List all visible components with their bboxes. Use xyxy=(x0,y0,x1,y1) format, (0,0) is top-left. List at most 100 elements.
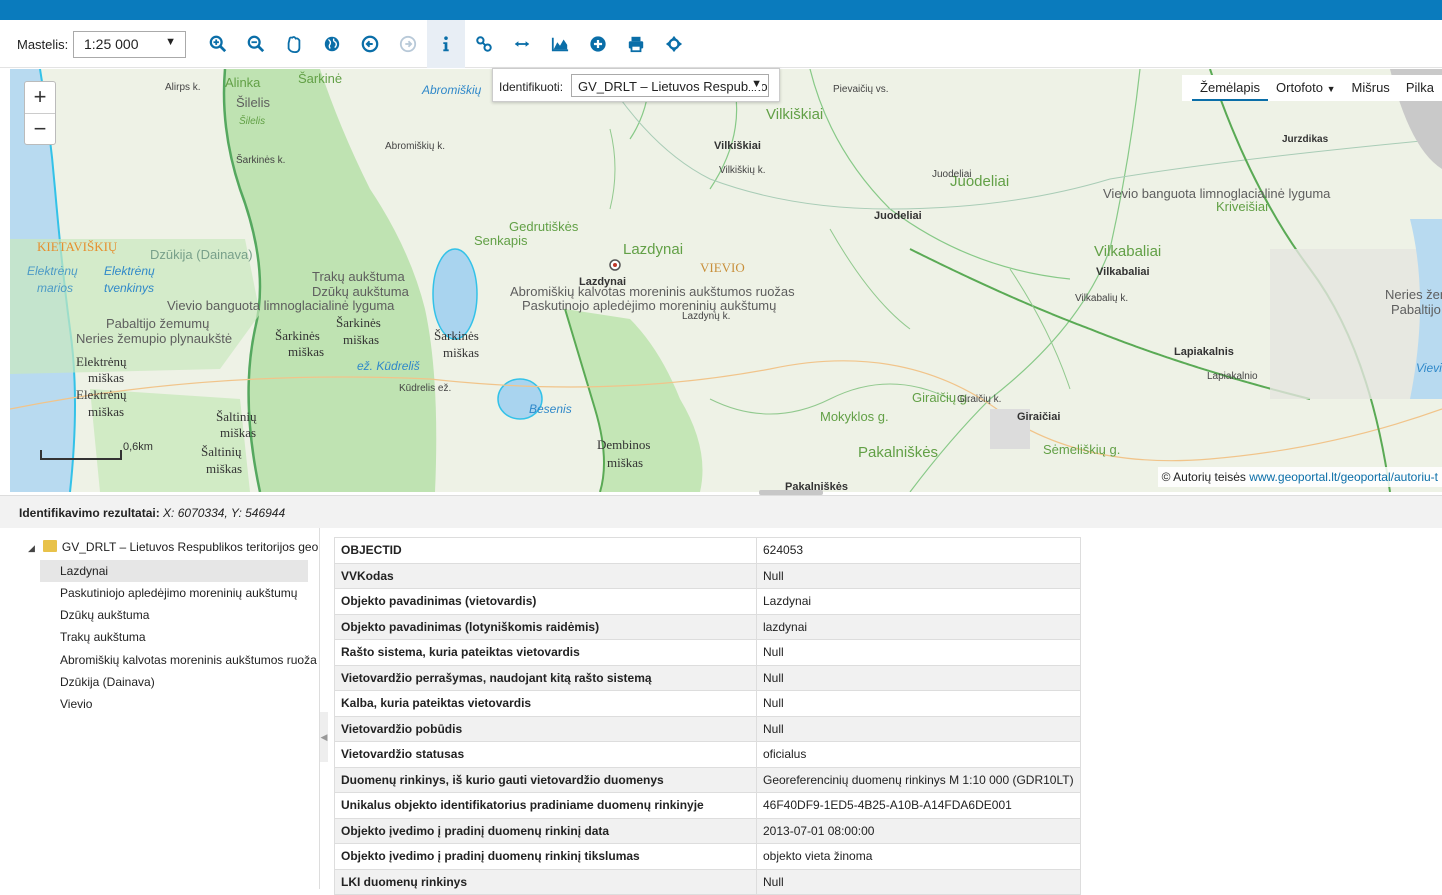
basemap-switcher: Žemėlapis Ortofoto ▼ Mišrus Pilka xyxy=(1182,75,1442,101)
tree-item[interactable]: Vievio xyxy=(40,693,308,715)
attribute-value: Lazdynai xyxy=(756,588,1081,615)
full-extent-button[interactable] xyxy=(313,20,351,68)
attribute-value: 2013-07-01 08:00:00 xyxy=(756,817,1081,844)
hand-icon xyxy=(287,36,301,53)
map-label: Neries žemupio plynaukštė xyxy=(76,331,233,346)
top-banner xyxy=(0,0,1442,20)
map-label: Elektrėnų xyxy=(76,354,127,369)
map-label: Lazdynų k. xyxy=(682,311,731,322)
map-label: Vilkiškiai xyxy=(766,106,824,123)
tree-item[interactable]: Paskutiniojo apledėjimo moreninių aukštu… xyxy=(40,582,308,604)
map-toolbar: Mastelis: 1:25 000 ▼ xyxy=(0,20,1442,68)
attribute-name: VVKodas xyxy=(334,562,757,589)
map-label: Šarkinės xyxy=(434,328,479,343)
tree-item[interactable]: Dzūkų aukštuma xyxy=(40,604,308,626)
attribute-value: Null xyxy=(756,639,1081,666)
tree-root-label: GV_DRLT – Lietuvos Respublikos teritorij… xyxy=(61,540,319,554)
copyright-link[interactable]: www.geoportal.lt/geoportal/autoriu-t xyxy=(1249,470,1438,484)
basemap-grey[interactable]: Pilka xyxy=(1398,75,1442,101)
map-label: Alinka xyxy=(225,75,261,90)
tree-item[interactable]: Dzūkija (Dainava) xyxy=(40,671,308,693)
attribute-name: Kalba, kuria pateiktas vietovardis xyxy=(334,690,757,717)
pan-button[interactable] xyxy=(275,20,313,68)
zoom-out-icon xyxy=(247,35,265,53)
map-label: miškas xyxy=(288,344,325,359)
attribute-value: Null xyxy=(756,868,1081,895)
map-label: tvenkinys xyxy=(104,281,155,295)
collapse-panel-button[interactable]: ◀ xyxy=(320,712,328,762)
locate-button[interactable] xyxy=(655,20,693,68)
basemap-hybrid[interactable]: Mišrus xyxy=(1344,75,1398,101)
map-label: Šilelis xyxy=(236,95,270,110)
map-label: Dzūkija (Dainava) xyxy=(150,247,253,262)
next-extent-button[interactable] xyxy=(389,20,427,68)
globe-icon xyxy=(324,36,340,52)
link-icon xyxy=(476,36,492,52)
map-zoom-control: + − xyxy=(24,81,56,145)
previous-extent-button[interactable] xyxy=(351,20,389,68)
map-label: miškas xyxy=(343,332,380,347)
map-label: Šarkinė xyxy=(298,71,343,86)
scale-bar xyxy=(40,450,122,460)
map-label: Elektrėnų xyxy=(76,387,127,402)
map-label: VIEVIO xyxy=(700,260,745,275)
add-data-button[interactable] xyxy=(579,20,617,68)
tree-item[interactable]: Trakų aukštuma xyxy=(40,626,308,648)
map-label: Vilkiškių k. xyxy=(719,165,766,176)
basemap-ortho[interactable]: Ortofoto ▼ xyxy=(1268,75,1344,101)
zoom-in-button[interactable] xyxy=(199,20,237,68)
map-label: miškas xyxy=(607,455,644,470)
tree-item[interactable]: Abromiškių kalvotas moreninis aukštumos … xyxy=(40,649,317,671)
measure-button[interactable] xyxy=(503,20,541,68)
basemap-map[interactable]: Žemėlapis xyxy=(1192,75,1269,101)
table-row: Kalba, kuria pateiktas vietovardis Null xyxy=(334,690,1081,717)
map-label: Alirps k. xyxy=(165,82,201,93)
attribute-value: Null xyxy=(756,690,1081,717)
attribute-value: 624053 xyxy=(756,537,1081,564)
attribute-name: Duomenų rinkinys, iš kurio gauti vietova… xyxy=(334,766,757,793)
scale-select[interactable]: 1:25 000 ▼ xyxy=(73,31,186,58)
map-label: Giraičiai xyxy=(1017,411,1061,423)
map-label: Senkapis xyxy=(474,233,528,248)
map-label: Abromiškių k. xyxy=(385,141,446,152)
attribute-name: Rašto sistema, kuria pateiktas vietovard… xyxy=(334,639,757,666)
map-label: KIETAVIŠKIŲ xyxy=(37,239,118,254)
results-tree: ◢ GV_DRLT – Lietuvos Respublikos teritori… xyxy=(10,528,320,889)
attribute-value: objekto vieta žinoma xyxy=(756,843,1081,870)
map-label: Lazdynai xyxy=(623,241,684,258)
table-row: Objekto įvedimo į pradinį duomenų rinkin… xyxy=(334,817,1081,844)
zoom-out-button[interactable] xyxy=(237,20,275,68)
map-label: Paskutinojo apledėjimo moreninių aukštum… xyxy=(522,298,777,313)
map-label: Šarkinės xyxy=(336,315,381,330)
attribute-name: Vietovardžio perrašymas, naudojant kitą … xyxy=(334,664,757,691)
map-zoom-out-button[interactable]: − xyxy=(25,113,55,144)
link-button[interactable] xyxy=(465,20,503,68)
attribute-name: Vietovardžio statusas xyxy=(334,741,757,768)
map-label: Lapiakalnis xyxy=(1174,346,1234,358)
chevron-down-icon: ▼ xyxy=(165,36,176,48)
map-label: Vievis xyxy=(1416,361,1442,375)
identify-button[interactable] xyxy=(427,20,465,68)
tree-root-node[interactable]: ◢ GV_DRLT – Lietuvos Respublikos teritori… xyxy=(28,540,318,554)
map-label: Pabaltijo xyxy=(1391,302,1441,317)
map-view[interactable]: Alinka Šarkinė Alirps k. Šilelis Šilelis… xyxy=(10,69,1442,492)
table-row: Vietovardžio pobūdis Null xyxy=(334,715,1081,742)
map-label: Pabaltijo žemumų xyxy=(106,316,210,331)
map-label: Abromiškių xyxy=(422,83,482,97)
basemap-ortho-label: Ortofoto xyxy=(1276,80,1323,95)
print-button[interactable] xyxy=(617,20,655,68)
table-row: Objekto pavadinimas (lotyniškomis raidėm… xyxy=(334,613,1081,640)
identify-layer-popup: Identifikuoti: GV_DRLT – Lietuvos Respub… xyxy=(492,68,780,102)
expand-triangle-icon[interactable]: ◢ xyxy=(28,543,35,553)
map-zoom-in-button[interactable]: + xyxy=(25,82,55,113)
map-label: Abromiškių kalvotas moreninis aukštumos … xyxy=(510,284,795,299)
map-label: Elektrėnų xyxy=(27,264,78,278)
copyright-notice: © Autorių teisės www.geoportal.lt/geopor… xyxy=(1157,467,1442,487)
map-label: Vievio banguota limnoglacialinė lyguma xyxy=(167,298,395,313)
map-label: Vilkabaliai xyxy=(1094,243,1162,260)
map-label: Trakų aukštuma xyxy=(312,269,405,284)
profile-button[interactable] xyxy=(541,20,579,68)
map-label: Sėmeliškių g. xyxy=(1043,442,1121,457)
tree-item-lazdynai[interactable]: Lazdynai xyxy=(40,560,308,582)
identify-layer-select[interactable]: GV_DRLT – Lietuvos Respublikos teritorij… xyxy=(571,74,769,97)
